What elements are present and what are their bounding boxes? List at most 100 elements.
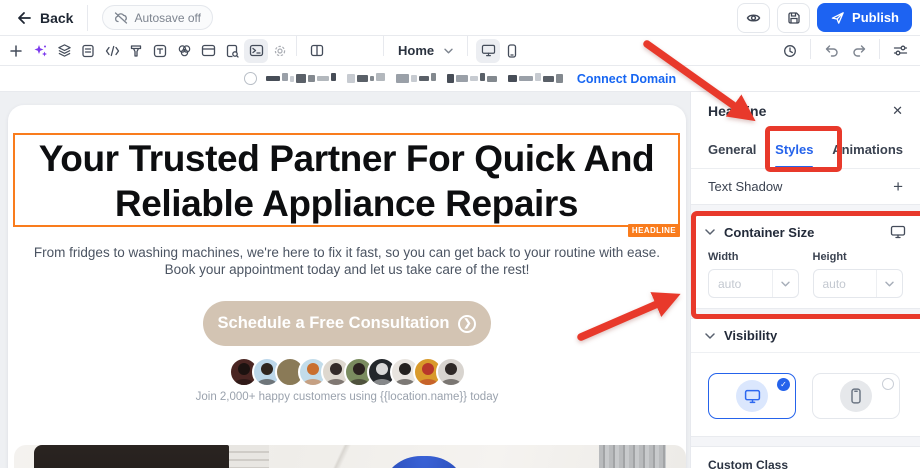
version-history-button[interactable] (778, 39, 802, 63)
mobile-view-button[interactable] (500, 39, 524, 63)
social-proof-text: Join 2,000+ happy customers using {{loca… (195, 391, 499, 403)
back-label: Back (40, 9, 74, 26)
desktop-icon (481, 44, 495, 57)
headline-text[interactable]: Your Trusted Partner For Quick And Relia… (15, 136, 678, 226)
photo-steel-appliance (598, 445, 666, 468)
undo-button[interactable] (819, 39, 843, 63)
history-icon (784, 44, 796, 57)
redo-button[interactable] (847, 39, 871, 63)
height-field: Height auto (812, 251, 903, 298)
divider (879, 38, 880, 59)
tab-general[interactable]: General (708, 130, 756, 168)
terminal-icon (249, 44, 263, 57)
height-unit-dropdown[interactable] (876, 270, 902, 297)
visibility-mobile-option[interactable] (812, 373, 900, 419)
container-size-section: Container Size Width auto Height auto (691, 215, 920, 308)
ai-assistant-button[interactable] (28, 39, 52, 63)
code-button[interactable] (100, 39, 124, 63)
seo-button[interactable] (220, 39, 244, 63)
height-label: Height (812, 251, 847, 263)
custom-class-label: Custom Class (708, 458, 789, 472)
save-button[interactable] (777, 2, 811, 33)
chevron-down-icon (885, 281, 894, 286)
mobile-icon (851, 388, 861, 404)
width-input[interactable]: auto (708, 269, 799, 298)
undo-icon (825, 45, 838, 57)
eye-icon (746, 13, 761, 22)
desktop-view-button[interactable] (476, 38, 501, 63)
cloud-off-icon (115, 11, 128, 24)
section-separator (691, 308, 920, 319)
height-input[interactable]: auto (812, 269, 903, 298)
top-bar: Back Autosave off Publish (0, 0, 920, 36)
chevron-down-icon (705, 332, 715, 339)
url-scheme-icon (243, 72, 257, 85)
width-field: Width auto (708, 251, 799, 298)
add-text-shadow-button[interactable]: + (893, 178, 903, 195)
arrow-right-circle-icon: ❯ (458, 314, 477, 333)
element-settings-panel: Headline ✕ General Styles Animations Tex… (690, 92, 920, 472)
tab-styles[interactable]: Styles (775, 130, 814, 168)
text-button[interactable] (148, 39, 172, 63)
split-view-button[interactable] (305, 39, 329, 63)
chevron-down-icon (705, 229, 715, 235)
customer-avatars (8, 357, 686, 387)
container-size-title: Container Size (724, 224, 815, 240)
layers-icon (57, 44, 71, 57)
ai-sparkle-icon (34, 45, 47, 57)
settings-button[interactable] (268, 39, 292, 63)
publish-button[interactable]: Publish (817, 3, 912, 32)
funnel-button[interactable] (124, 39, 148, 63)
autosave-label: Autosave off (134, 10, 201, 25)
connect-domain-link[interactable]: Connect Domain (577, 72, 676, 86)
card-icon (201, 44, 215, 57)
save-icon (787, 11, 800, 24)
divider (296, 36, 297, 56)
section-button[interactable] (196, 39, 220, 63)
hero-subtext[interactable]: From fridges to washing machines, we're … (8, 244, 686, 278)
page-settings-button[interactable] (888, 39, 912, 63)
width-placeholder: auto (718, 276, 742, 291)
canvas-area: Your Trusted Partner For Quick And Relia… (0, 92, 690, 468)
preview-button[interactable] (737, 2, 771, 33)
doc-search-icon (226, 44, 239, 58)
tab-animations[interactable]: Animations (832, 130, 903, 168)
hero-photo[interactable] (14, 445, 686, 468)
autosave-toggle[interactable]: Autosave off (102, 5, 213, 30)
divider (383, 36, 384, 56)
container-size-header[interactable]: Container Size (691, 215, 920, 249)
headline-selection-outline[interactable]: Your Trusted Partner For Quick And Relia… (13, 133, 680, 237)
page-selector-label: Home (398, 43, 435, 58)
publish-label: Publish (852, 10, 899, 25)
plus-icon (10, 44, 22, 57)
gear-icon (274, 45, 286, 56)
columns-icon (310, 44, 324, 57)
sliders-icon (893, 45, 907, 56)
visibility-header[interactable]: Visibility (691, 319, 920, 353)
check-circle-icon: ✓ (777, 378, 790, 391)
width-unit-dropdown[interactable] (771, 270, 798, 297)
panel-title: Headline (708, 103, 767, 119)
page-canvas[interactable]: Your Trusted Partner For Quick And Relia… (8, 105, 686, 468)
panel-header: Headline ✕ (691, 92, 920, 130)
divider (87, 4, 89, 31)
back-button[interactable]: Back (16, 10, 73, 26)
photo-dark-appliance (34, 445, 230, 468)
page-selector-dropdown[interactable]: Home (388, 38, 463, 64)
visibility-desktop-option[interactable]: ✓ (708, 373, 796, 419)
photo-control-panel (229, 445, 270, 468)
add-element-button[interactable] (4, 39, 28, 63)
forms-button[interactable] (76, 39, 100, 63)
chevron-down-icon (444, 48, 453, 53)
redacted-url-text (265, 72, 563, 85)
terminal-button[interactable] (244, 38, 268, 63)
radio-circle-icon (882, 378, 894, 390)
layers-button[interactable] (52, 39, 76, 63)
section-separator (691, 436, 920, 447)
section-separator (691, 204, 920, 215)
shapes-button[interactable] (172, 39, 196, 63)
close-icon[interactable]: ✕ (892, 103, 903, 119)
schedule-consultation-button[interactable]: Schedule a Free Consultation ❯ (203, 301, 491, 346)
width-label: Width (708, 251, 739, 263)
desktop-icon[interactable] (890, 225, 906, 239)
